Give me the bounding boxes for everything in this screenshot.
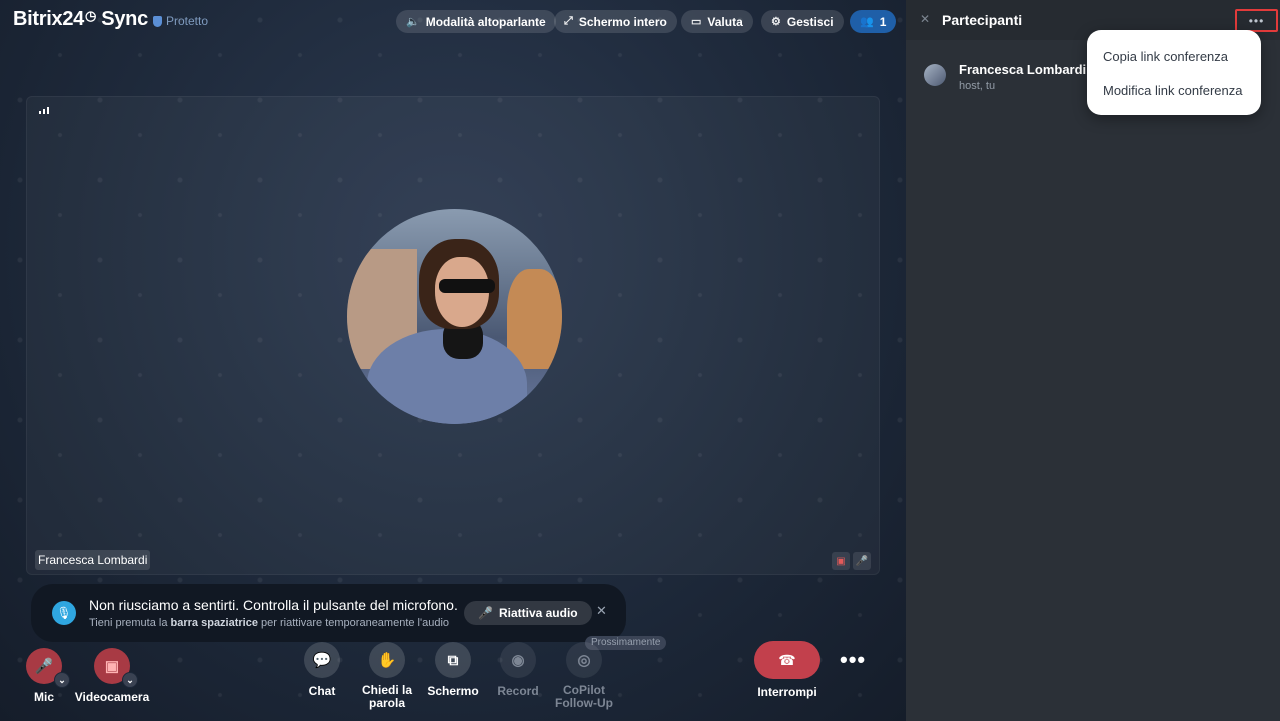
screen-label: Schermo bbox=[427, 684, 479, 698]
mic-label: Mic bbox=[33, 690, 54, 704]
users-icon: 👥 bbox=[860, 16, 874, 28]
microphone-icon: 🎤 bbox=[478, 606, 493, 620]
copilot-button[interactable]: ◎ CoPilot Follow-Up bbox=[552, 642, 616, 710]
signal-strength-icon bbox=[39, 107, 49, 114]
participant-role: host, tu bbox=[959, 80, 996, 92]
raise-hand-button[interactable]: ✋ Chiedi la parola bbox=[357, 642, 417, 710]
mic-off-icon: 🎤 ⌄ bbox=[26, 648, 70, 688]
logo-text: Bitrix24 bbox=[13, 8, 84, 30]
video-tile: Francesca Lombardi ▣ 🎤 bbox=[26, 96, 880, 575]
notification-title: Non riusciamo a sentirti. Controlla il p… bbox=[89, 597, 458, 613]
expand-icon: ⤢ bbox=[564, 15, 573, 27]
raise-hand-label-2: parola bbox=[368, 696, 405, 710]
chevron-down-icon[interactable]: ⌄ bbox=[122, 672, 138, 688]
manage-label: Gestisci bbox=[786, 14, 834, 29]
reactivate-audio-label: Riattiva audio bbox=[498, 606, 578, 620]
screen-share-button[interactable]: ⧉ Schermo bbox=[425, 642, 481, 698]
copilot-icon: ◎ bbox=[566, 642, 602, 678]
notification-subtitle: Tieni premuta la barra spaziatrice per r… bbox=[89, 617, 449, 629]
logo-suffix: Sync bbox=[101, 8, 148, 30]
app-logo: Bitrix24◷ Sync bbox=[13, 8, 148, 31]
fullscreen-button[interactable]: ⤢ Schermo intero bbox=[554, 10, 677, 33]
gear-icon: ⚙ bbox=[771, 16, 781, 28]
participants-button[interactable]: 👥 1 bbox=[850, 10, 897, 33]
top-bar: Bitrix24◷ Sync Protetto 🔈 Modalità altop… bbox=[0, 0, 906, 42]
more-options-icon[interactable]: ••• bbox=[840, 647, 866, 673]
avatar bbox=[924, 64, 946, 86]
more-options-icon: ••• bbox=[1248, 13, 1265, 28]
chat-icon: 💬 bbox=[304, 642, 340, 678]
chevron-down-icon[interactable]: ⌄ bbox=[54, 672, 70, 688]
camera-label: Videocamera bbox=[74, 690, 150, 704]
protected-label: Protetto bbox=[166, 14, 209, 28]
speaker-icon: 🔈 bbox=[406, 16, 420, 28]
fullscreen-label: Schermo intero bbox=[578, 14, 667, 29]
notification-sub-prefix: Tieni premuta la bbox=[89, 617, 168, 629]
protected-badge: Protetto bbox=[153, 14, 208, 28]
copy-link-menu-item[interactable]: Copia link conferenza bbox=[1103, 49, 1228, 64]
chat-label: Chat bbox=[308, 684, 336, 698]
screen-share-icon: ⧉ bbox=[435, 642, 471, 678]
camera-off-icon: ▣ bbox=[832, 552, 850, 570]
record-label: Record bbox=[497, 684, 539, 698]
speaker-mode-button[interactable]: 🔈 Modalità altoparlante bbox=[396, 10, 556, 33]
manage-button[interactable]: ⚙ Gestisci bbox=[761, 10, 844, 33]
rate-label: Valuta bbox=[707, 14, 743, 29]
panel-menu-button[interactable]: ••• bbox=[1235, 9, 1278, 32]
edit-link-menu-item[interactable]: Modifica link conferenza bbox=[1103, 83, 1242, 98]
participants-count: 1 bbox=[879, 14, 887, 29]
conference-link-menu: Copia link conferenza Modifica link conf… bbox=[1087, 30, 1261, 115]
participant-name-tag: Francesca Lombardi bbox=[35, 550, 151, 570]
copilot-label-1: CoPilot bbox=[563, 683, 605, 697]
rate-button[interactable]: ▭ Valuta bbox=[681, 10, 753, 33]
record-icon: ◉ bbox=[500, 642, 536, 678]
hand-icon: ✋ bbox=[369, 642, 405, 678]
close-icon[interactable]: ✕ bbox=[920, 12, 930, 26]
close-icon[interactable]: ✕ bbox=[596, 603, 607, 619]
phone-icon: ☎ bbox=[778, 651, 796, 668]
microphone-icon: 🎙 bbox=[52, 601, 76, 625]
mic-button[interactable]: 🎤 ⌄ Mic bbox=[24, 648, 70, 704]
tile-status-icons: ▣ 🎤 bbox=[832, 552, 871, 570]
copilot-label-2: Follow-Up bbox=[555, 696, 613, 710]
raise-hand-label-1: Chiedi la bbox=[361, 683, 412, 697]
shield-icon bbox=[153, 15, 162, 27]
mic-warning-notification: 🎙 Non riusciamo a sentirti. Controlla il… bbox=[31, 584, 626, 642]
notification-sub-key: barra spaziatrice bbox=[170, 617, 258, 629]
notification-sub-suffix: per riattivare temporaneamente l'audio bbox=[261, 617, 450, 629]
record-button[interactable]: ◉ Record bbox=[492, 642, 544, 698]
reactivate-audio-button[interactable]: 🎤 Riattiva audio bbox=[464, 601, 592, 625]
participant-avatar bbox=[347, 209, 562, 424]
panel-title: Partecipanti bbox=[942, 12, 1023, 28]
camera-off-icon: ▣ ⌄ bbox=[94, 648, 138, 688]
participant-name: Francesca Lombardi bbox=[959, 62, 1087, 77]
camera-button[interactable]: ▣ ⌄ Videocamera bbox=[74, 648, 150, 704]
call-stage: Bitrix24◷ Sync Protetto 🔈 Modalità altop… bbox=[0, 0, 906, 721]
hangup-label: Interrompi bbox=[757, 685, 817, 699]
hangup-button[interactable]: ☎ bbox=[754, 641, 820, 679]
speaker-mode-label: Modalità altoparlante bbox=[425, 14, 546, 29]
mic-off-icon: 🎤 bbox=[853, 552, 871, 570]
chat-button[interactable]: 💬 Chat bbox=[297, 642, 347, 698]
clock-icon: ◷ bbox=[84, 8, 97, 23]
comment-icon: ▭ bbox=[691, 16, 702, 28]
